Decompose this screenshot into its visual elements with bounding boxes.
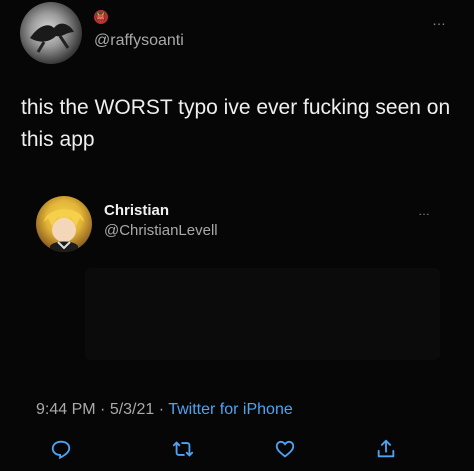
retweet-button[interactable] [170,438,196,464]
more-options-icon[interactable]: … [432,12,447,28]
quoted-author-handle[interactable]: @ChristianLevell [104,222,218,239]
like-button[interactable] [272,438,298,464]
share-icon [375,438,397,465]
retweet-icon [171,438,195,465]
reply-icon [50,438,72,465]
tweet-date: 5/3/21 [109,401,155,418]
quoted-author-name[interactable]: Christian [104,202,169,219]
tweet-text: this the WORST typo ive ever fucking see… [21,96,451,151]
author-avatar[interactable] [20,2,82,64]
meta-separator: · [95,401,110,418]
emoji-badge: 👹 [94,10,108,24]
tweet-meta: 9:44 PM · 5/3/21 · Twitter for iPhone [36,401,293,419]
quoted-media-area[interactable] [85,268,440,360]
quoted-more-options-icon[interactable]: … [418,204,431,218]
heart-icon [274,438,296,465]
reply-button[interactable] [48,438,74,464]
author-handle[interactable]: @raffysoanti [94,32,184,50]
tweet-time: 9:44 PM [36,401,96,418]
tweet-source-link[interactable]: Twitter for iPhone [168,401,293,418]
meta-separator: · [154,401,169,418]
share-button[interactable] [373,438,399,464]
action-bar [0,438,474,466]
quoted-author-avatar[interactable] [36,196,92,252]
